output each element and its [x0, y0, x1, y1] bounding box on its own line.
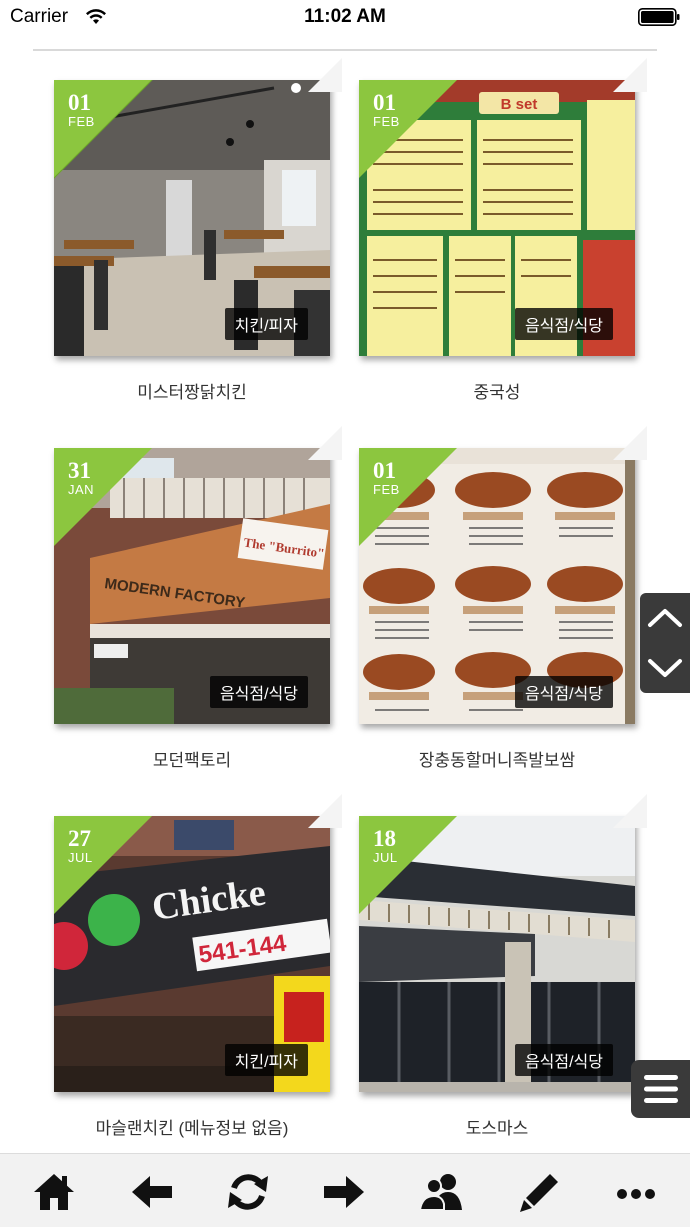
refresh-button[interactable]: [224, 1168, 272, 1216]
date-month: FEB: [373, 482, 400, 497]
card-photo[interactable]: 01 FEB 음식점/식당: [359, 448, 635, 724]
date-month: JUL: [373, 850, 398, 865]
scroll-down-button[interactable]: [640, 643, 690, 693]
restaurant-name[interactable]: 미스터짱닭치킨: [54, 378, 330, 403]
card-photo[interactable]: MODERN FACTORY The "Burrito" 31 JAN 음식점/…: [54, 448, 330, 724]
home-button[interactable]: [30, 1168, 78, 1216]
date-month: FEB: [68, 114, 95, 129]
scroll-up-button[interactable]: [640, 593, 690, 643]
forward-button[interactable]: [320, 1168, 368, 1216]
date-day: 27: [68, 826, 91, 851]
card-photo[interactable]: Chicke 541-144 27 JUL 치킨/피자: [54, 816, 330, 1092]
date-day: 31: [68, 458, 91, 483]
battery-icon: [638, 8, 680, 26]
corner-fold: [308, 58, 342, 92]
back-arrow-icon: [132, 1176, 172, 1208]
category-tag: 음식점/식당: [209, 676, 308, 708]
chevron-up-icon: [648, 609, 682, 627]
restaurant-name[interactable]: 도스마스: [359, 1114, 635, 1139]
card-photo[interactable]: 18 JUL 음식점/식당: [359, 816, 635, 1092]
date-day: 01: [373, 90, 396, 115]
card-photo[interactable]: B set 01 FEB 음식점/식당: [359, 80, 635, 356]
corner-fold: [613, 426, 647, 460]
category-tag: 음식점/식당: [514, 1044, 613, 1076]
hamburger-menu-icon: [644, 1075, 678, 1103]
category-tag: 음식점/식당: [514, 308, 613, 340]
corner-fold: [308, 426, 342, 460]
date-day: 01: [68, 90, 91, 115]
refresh-icon: [228, 1174, 268, 1210]
date-month: FEB: [373, 114, 400, 129]
category-tag: 치킨/피자: [224, 1044, 308, 1076]
date-month: JUL: [68, 850, 93, 865]
menu-set-label: B set: [501, 96, 538, 113]
forward-arrow-icon: [324, 1176, 364, 1208]
more-icon: [617, 1189, 655, 1199]
status-bar: Carrier 11:02 AM: [0, 0, 690, 36]
home-icon: [34, 1174, 74, 1210]
more-button[interactable]: [612, 1168, 660, 1216]
pencil-icon: [520, 1174, 558, 1212]
restaurant-name[interactable]: 모던팩토리: [54, 746, 330, 771]
category-tag: 음식점/식당: [514, 676, 613, 708]
bottom-toolbar: [0, 1153, 690, 1227]
chevron-down-icon: [648, 659, 682, 677]
corner-fold: [613, 58, 647, 92]
date-day: 01: [373, 458, 396, 483]
restaurant-name[interactable]: 중국성: [359, 378, 635, 403]
restaurant-name[interactable]: 마슬랜치킨 (메뉴정보 없음): [54, 1114, 330, 1139]
card-photo[interactable]: 01 FEB 치킨/피자: [54, 80, 330, 356]
date-month: JAN: [68, 482, 95, 497]
users-button[interactable]: [418, 1168, 466, 1216]
category-tag: 치킨/피자: [224, 308, 308, 340]
corner-fold: [613, 794, 647, 828]
restaurant-name[interactable]: 장충동할머니족발보쌈: [359, 746, 635, 771]
write-button[interactable]: [516, 1168, 564, 1216]
header-divider: [33, 49, 657, 51]
back-button[interactable]: [128, 1168, 176, 1216]
menu-button[interactable]: [631, 1060, 690, 1118]
corner-fold: [308, 794, 342, 828]
users-icon: [418, 1174, 462, 1211]
date-day: 18: [373, 826, 396, 851]
clock: 11:02 AM: [304, 6, 386, 27]
scroll-controls: [640, 593, 690, 693]
